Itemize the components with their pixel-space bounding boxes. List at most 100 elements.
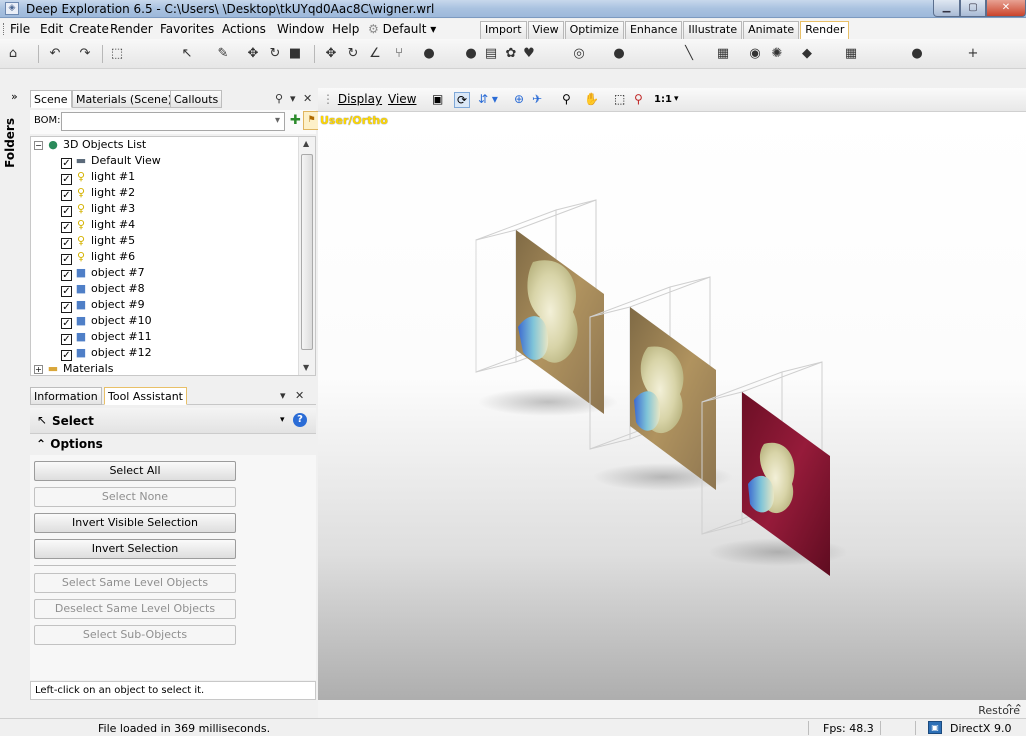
visibility-checkbox[interactable]: ✓ [61,158,72,169]
move-pivot-icon[interactable]: ✥ [322,45,340,63]
home-icon[interactable]: ⌂ [4,45,22,63]
menu-edit[interactable]: Edit [40,22,63,36]
orbit-icon[interactable]: ⟳ [454,92,471,108]
tree-item[interactable]: ✓ ♀ light #4 [61,217,135,233]
box-icon[interactable]: ◆ [798,45,816,63]
sphere-icon[interactable]: ● [462,45,480,63]
teapot-icon[interactable]: ● [908,45,926,63]
options-section-header[interactable]: ⌃ Options [30,434,316,454]
panel-close-icon[interactable]: ✕ [295,389,304,402]
selection-box-icon[interactable]: ⬚ [108,45,126,63]
tab-tool-assistant[interactable]: Tool Assistant [104,387,187,405]
tree-item[interactable]: ✓ ♀ light #3 [61,201,135,217]
visibility-checkbox[interactable]: ✓ [61,270,72,281]
visibility-checkbox[interactable]: ✓ [61,174,72,185]
zoom-icon[interactable]: ⚲ [562,92,571,106]
tree-item[interactable]: ✓ ■ object #9 [61,297,145,313]
zoom-in-icon[interactable]: ⚲ [634,92,643,106]
menu-window[interactable]: Window [277,22,324,36]
tree-scrollbar[interactable]: ▲ ▼ [298,137,315,375]
tab-illustrate[interactable]: Illustrate [683,21,743,39]
tree-item[interactable]: ✓ ♀ light #5 [61,233,135,249]
toolbar-overflow-icon[interactable]: ▾ [674,94,679,104]
tree-item[interactable]: ✓ ■ object #7 [61,265,145,281]
tree-item[interactable]: ✓ ■ object #11 [61,329,152,345]
undo-icon[interactable]: ↶ [46,45,64,63]
tab-view[interactable]: View [527,21,564,39]
fly-icon[interactable]: ⊕ [514,92,524,106]
menu-actions[interactable]: Actions [222,22,266,36]
pan-hand-icon[interactable]: ✋ [584,92,599,106]
heart-icon[interactable]: ♥ [520,45,538,63]
plane-icon[interactable]: ✈ [532,92,542,106]
tab-scene[interactable]: Scene [30,90,72,108]
tree-item[interactable]: ✓ ■ object #10 [61,313,152,329]
palette-icon[interactable]: ✿ [502,45,520,63]
select-same-level-button[interactable]: Select Same Level Objects [34,573,236,593]
visibility-checkbox[interactable]: ✓ [61,334,72,345]
visibility-checkbox[interactable]: ✓ [61,222,72,233]
select-all-button[interactable]: Select All [34,461,236,481]
visibility-checkbox[interactable]: ✓ [61,286,72,297]
book-icon[interactable]: ▤ [482,45,500,63]
deselect-same-level-button[interactable]: Deselect Same Level Objects [34,599,236,619]
visibility-checkbox[interactable]: ✓ [61,254,72,265]
expand-chevron-icon[interactable]: » [11,90,18,103]
menu-favorites[interactable]: Favorites [160,22,214,36]
grid-icon[interactable]: ▦ [842,45,860,63]
select-sub-objects-button[interactable]: Select Sub-Objects [34,625,236,645]
bom-dropdown[interactable] [61,112,285,131]
expand-icon[interactable]: + [34,365,43,374]
tab-render[interactable]: Render [800,21,850,40]
tree-item[interactable]: ✓ ▬ Default View [61,153,161,169]
view-menu[interactable]: View [388,92,416,106]
add-bom-icon[interactable]: ✚ [290,113,301,128]
globe-icon[interactable]: ● [610,45,628,63]
help-icon[interactable]: ? [293,413,307,427]
folders-label[interactable]: Folders [3,118,17,168]
tree-item[interactable]: ✓ ♀ light #2 [61,185,135,201]
tab-enhance[interactable]: Enhance [624,21,683,39]
menu-file[interactable]: File [10,22,30,36]
maximize-button[interactable]: ▢ [960,0,986,17]
visibility-checkbox[interactable]: ✓ [61,238,72,249]
tab-materials-scene[interactable]: Materials (Scene) [72,90,177,108]
panel-menu-chevron-icon[interactable]: ▾ [280,389,286,402]
tree-materials[interactable]: + ▬ Materials [34,361,113,375]
tab-import[interactable]: Import [480,21,527,39]
visibility-checkbox[interactable]: ✓ [61,302,72,313]
plus-icon[interactable]: + [964,45,982,63]
explode-icon[interactable]: ✺ [768,45,786,63]
visibility-checkbox[interactable]: ✓ [61,318,72,329]
invert-visible-selection-button[interactable]: Invert Visible Selection [34,513,236,533]
app-icon[interactable]: ◈ [5,2,19,15]
menu-create[interactable]: Create [69,22,109,36]
tab-optimize[interactable]: Optimize [564,21,624,39]
zoom-1to1-button[interactable]: 1:1 [654,94,672,105]
scroll-thumb[interactable] [301,154,313,350]
binoculars-icon[interactable]: ⚲ [275,92,283,105]
tree-item[interactable]: ✓ ♀ light #6 [61,249,135,265]
move-icon[interactable]: ✥ [244,45,262,63]
redo-icon[interactable]: ↷ [76,45,94,63]
callout-icon[interactable]: ▦ [714,45,732,63]
close-window-button[interactable]: ✕ [986,0,1026,17]
tree-root[interactable]: − ● 3D Objects List [34,137,146,153]
measure-icon[interactable]: ∠ [366,45,384,63]
restore-button[interactable]: ⌃⌃ Restore [978,702,1023,717]
panel-close-icon[interactable]: ✕ [303,92,312,105]
zoom-region-icon[interactable]: ⬚ [614,92,625,106]
panel-menu-chevron-icon[interactable]: ▾ [290,92,296,105]
tool-dropdown-icon[interactable]: ▾ [280,415,285,425]
fit-icon[interactable]: ▣ [432,92,443,106]
tab-animate[interactable]: Animate [743,21,800,39]
tree-item[interactable]: ✓ ■ object #12 [61,345,152,361]
tab-information[interactable]: Information [30,387,102,405]
tab-callouts[interactable]: Callouts [170,90,223,108]
camera-settings-icon[interactable]: ◎ [570,45,588,63]
invert-selection-button[interactable]: Invert Selection [34,539,236,559]
scroll-up-icon[interactable]: ▲ [303,139,309,148]
walk-icon[interactable]: ⇵ ▾ [478,92,498,106]
visibility-checkbox[interactable]: ✓ [61,206,72,217]
minimize-button[interactable]: ▁ [933,0,960,17]
